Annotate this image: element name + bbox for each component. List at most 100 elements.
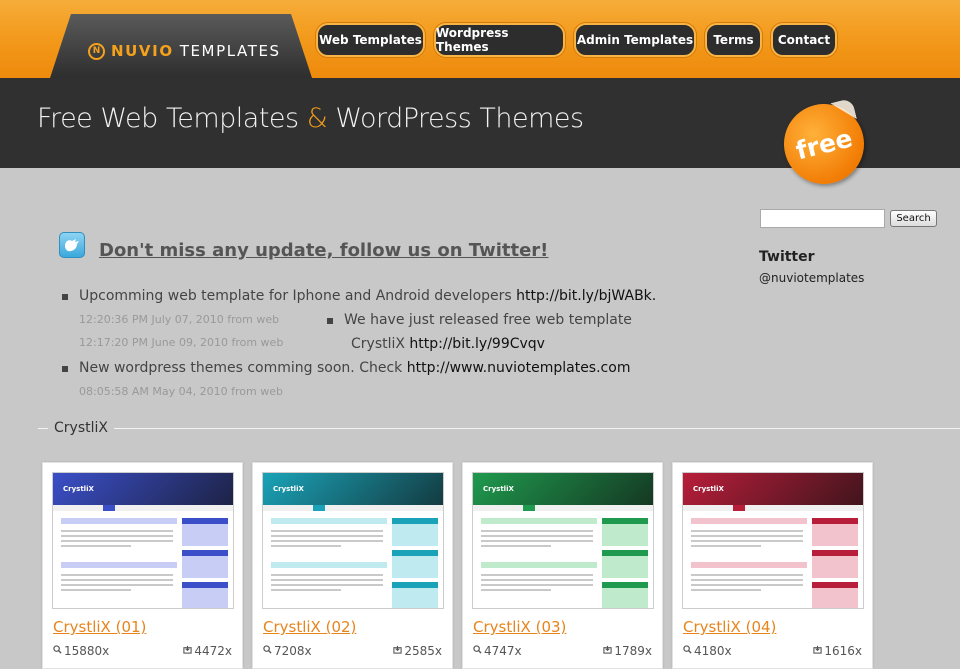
thumb-sidebar-box xyxy=(812,518,858,546)
thumb-sidebar-box xyxy=(392,582,438,608)
thumb-text-line xyxy=(61,530,173,532)
download-icon xyxy=(393,645,402,654)
nav-web-templates[interactable]: Web Templates xyxy=(316,23,425,57)
thumb-text-line xyxy=(481,540,593,542)
thumb-text-line xyxy=(691,579,803,581)
nav-wordpress-themes[interactable]: Wordpress Themes xyxy=(434,23,565,57)
nav-admin-templates[interactable]: Admin Templates xyxy=(574,23,696,57)
twitter-bird-icon[interactable] xyxy=(59,232,85,258)
thumb-text-line xyxy=(61,584,173,586)
template-downloads: 4472x xyxy=(183,644,232,658)
thumb-sidebar-box xyxy=(182,550,228,578)
thumb-text-line xyxy=(271,545,341,547)
magnifier-icon xyxy=(53,645,62,654)
tweet-meta[interactable]: 08:05:58 AM May 04, 2010 from web xyxy=(79,385,283,398)
views-count: 15880x xyxy=(64,644,110,658)
tweet-text: We have just released free web template xyxy=(344,312,632,328)
views-count: 7208x xyxy=(274,644,312,658)
thumb-text-line xyxy=(481,584,593,586)
thumb-main xyxy=(271,518,387,606)
template-title-link[interactable]: CrystliX (02) xyxy=(263,618,356,636)
thumb-nav-tab xyxy=(313,505,325,511)
thumb-text-line xyxy=(481,579,593,581)
thumb-sidebar-box xyxy=(182,518,228,546)
thumb-text-line xyxy=(271,584,383,586)
thumb-text-line xyxy=(481,589,551,591)
thumb-sidebar-box xyxy=(182,582,228,608)
thumb-text-line xyxy=(481,545,551,547)
thumb-sidebar-box xyxy=(602,550,648,578)
thumb-text-line xyxy=(61,545,131,547)
thumb-sidebar xyxy=(182,518,228,608)
nav-terms[interactable]: Terms xyxy=(705,23,762,57)
template-downloads: 1789x xyxy=(603,644,652,658)
hero-ampersand: & xyxy=(306,103,328,134)
tweet-link[interactable]: http://bit.ly/bjWABk. xyxy=(516,288,656,304)
magnifier-icon xyxy=(473,645,482,654)
thumb-text-line xyxy=(481,535,593,537)
tweet-text: New wordpress themes comming soon. Check xyxy=(79,360,407,376)
free-badge-label: free xyxy=(792,123,856,165)
template-thumbnail[interactable]: CrystliX xyxy=(52,472,234,609)
template-thumbnail[interactable]: CrystliX xyxy=(682,472,864,609)
thumb-sidebar xyxy=(602,518,648,608)
thumb-text-line xyxy=(691,545,761,547)
search-button[interactable]: Search xyxy=(890,210,937,227)
search-input[interactable] xyxy=(760,209,885,228)
thumb-nav xyxy=(683,505,863,511)
tweet-item: Upcomming web template for Iphone and An… xyxy=(62,288,656,304)
thumb-nav xyxy=(53,505,233,511)
thumb-logo: CrystliX xyxy=(693,485,724,493)
hero-title-part2: WordPress Themes xyxy=(335,103,584,134)
thumb-text-line xyxy=(61,540,173,542)
tweet-text-continued: CrystliX xyxy=(351,336,410,352)
thumb-text-line xyxy=(271,589,341,591)
follow-twitter-link[interactable]: Don't miss any update, follow us on Twit… xyxy=(99,240,548,261)
site-logo[interactable]: N NUVIO TEMPLATES xyxy=(88,38,281,64)
logo-text-primary: NUVIO xyxy=(111,42,174,60)
thumb-nav xyxy=(263,505,443,511)
template-title-link[interactable]: CrystliX (04) xyxy=(683,618,776,636)
thumb-heading-bar xyxy=(691,562,807,568)
thumb-heading-bar xyxy=(481,518,597,524)
thumb-nav-tab xyxy=(103,505,115,511)
tweet-continuation: CrystliX http://bit.ly/99Cvqv xyxy=(351,336,545,352)
thumb-text-line xyxy=(61,535,173,537)
downloads-count: 1789x xyxy=(614,644,652,658)
sidebar-twitter-title: Twitter xyxy=(759,249,815,265)
thumb-text-line xyxy=(481,530,593,532)
sidebar-twitter-handle[interactable]: @nuviotemplates xyxy=(759,271,864,285)
thumb-text-line xyxy=(271,530,383,532)
downloads-count: 4472x xyxy=(194,644,232,658)
thumb-nav xyxy=(473,505,653,511)
nav-contact[interactable]: Contact xyxy=(771,23,837,57)
template-title-link[interactable]: CrystliX (01) xyxy=(53,618,146,636)
thumb-text-line xyxy=(61,574,173,576)
thumb-text-line xyxy=(691,540,803,542)
section-title: CrystliX xyxy=(48,420,114,436)
thumb-text-line xyxy=(691,535,803,537)
tweet-meta[interactable]: 12:20:36 PM July 07, 2010 from web xyxy=(79,313,279,326)
template-views: 4747x xyxy=(473,644,522,658)
thumb-heading-bar xyxy=(61,562,177,568)
thumb-heading-bar xyxy=(481,562,597,568)
hero-title: Free Web Templates & WordPress Themes xyxy=(37,103,584,134)
tweet-item: We have just released free web template xyxy=(327,312,632,328)
thumb-text-line xyxy=(271,540,383,542)
tweet-link[interactable]: http://www.nuviotemplates.com xyxy=(407,360,631,376)
download-icon xyxy=(813,645,822,654)
thumb-text-line xyxy=(271,579,383,581)
thumb-text-line xyxy=(271,574,383,576)
thumb-logo: CrystliX xyxy=(483,485,514,493)
thumb-heading-bar xyxy=(61,518,177,524)
tweet-meta[interactable]: 12:17:20 PM June 09, 2010 from web xyxy=(79,336,283,349)
thumb-heading-bar xyxy=(271,562,387,568)
tweet-link[interactable]: http://bit.ly/99Cvqv xyxy=(409,336,545,352)
thumb-logo: CrystliX xyxy=(63,485,94,493)
thumb-nav-tab xyxy=(733,505,745,511)
tweet-item: New wordpress themes comming soon. Check… xyxy=(62,360,631,376)
template-title-link[interactable]: CrystliX (03) xyxy=(473,618,566,636)
template-thumbnail[interactable]: CrystliX xyxy=(472,472,654,609)
template-card: CrystliX CrystliX (02) 7208x 2585x xyxy=(252,462,453,669)
template-thumbnail[interactable]: CrystliX xyxy=(262,472,444,609)
